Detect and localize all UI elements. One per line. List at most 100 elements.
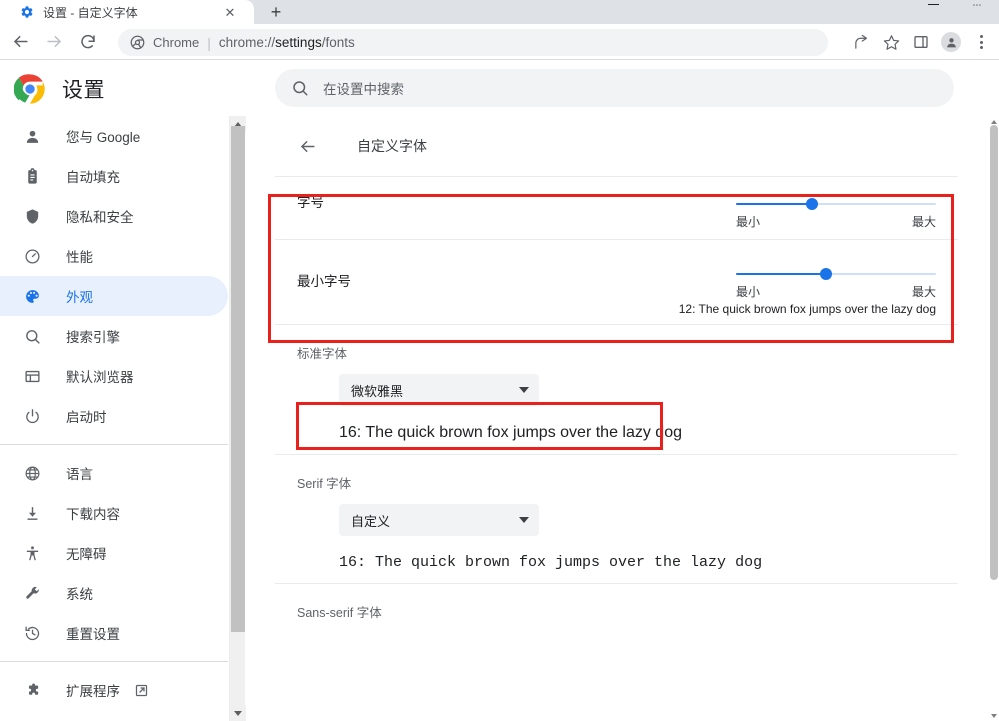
slider-min-label: 最小 bbox=[736, 283, 760, 300]
url-host: settings bbox=[275, 35, 322, 50]
page-scrollbar[interactable] bbox=[988, 116, 999, 721]
palette-icon bbox=[22, 286, 42, 306]
serif-font-preview: 16: The quick brown fox jumps over the l… bbox=[339, 554, 936, 571]
sidebar-item-autofill[interactable]: 自动填充 bbox=[0, 156, 228, 196]
sidebar-item-label: 重置设置 bbox=[66, 623, 120, 643]
fonts-settings-card: 自定义字体 字号 最小 最大 最小字号 bbox=[275, 116, 958, 645]
browser-tab[interactable]: 设置 - 自定义字体 ✕ bbox=[0, 0, 254, 24]
wrench-icon bbox=[22, 583, 42, 603]
minimum-font-size-slider[interactable]: 最小 最大 bbox=[736, 261, 936, 300]
serif-font-title: Serif 字体 bbox=[297, 473, 936, 492]
sidebar-item-on-startup[interactable]: 启动时 bbox=[0, 396, 228, 436]
sidebar-item-label: 无障碍 bbox=[66, 543, 107, 563]
speedometer-icon bbox=[22, 246, 42, 266]
font-size-label: 字号 bbox=[297, 191, 736, 211]
sidebar-item-label: 默认浏览器 bbox=[66, 366, 134, 386]
sidebar-item-label: 语言 bbox=[66, 463, 93, 483]
page-scrollbar-thumb[interactable] bbox=[990, 125, 998, 580]
sidebar-item-label: 启动时 bbox=[66, 406, 107, 426]
sans-serif-font-title: Sans-serif 字体 bbox=[297, 602, 936, 621]
search-input[interactable]: 在设置中搜索 bbox=[275, 69, 954, 107]
slider-track[interactable] bbox=[736, 203, 936, 205]
minimum-font-size-preview: 12: The quick brown fox jumps over the l… bbox=[275, 302, 958, 324]
new-tab-button[interactable]: + bbox=[265, 2, 287, 22]
chrome-logo bbox=[14, 73, 46, 105]
sidebar-item-search-engine[interactable]: 搜索引擎 bbox=[0, 316, 228, 356]
back-arrow-icon[interactable] bbox=[6, 28, 34, 56]
tab-strip: 设置 - 自定义字体 ✕ + ⋯ bbox=[0, 0, 999, 24]
sidebar-item-extensions[interactable]: 扩展程序 bbox=[0, 670, 228, 710]
sidebar-item-languages[interactable]: 语言 bbox=[0, 453, 228, 493]
sidebar-item-label: 系统 bbox=[66, 583, 93, 603]
sidebar-item-default-browser[interactable]: 默认浏览器 bbox=[0, 356, 228, 396]
font-size-row: 字号 最小 最大 bbox=[275, 177, 958, 239]
sidebar-item-system[interactable]: 系统 bbox=[0, 573, 228, 613]
scrollbar-thumb[interactable] bbox=[231, 126, 245, 632]
serif-font-value: 自定义 bbox=[351, 511, 390, 530]
url-scheme: chrome:// bbox=[219, 35, 275, 50]
person-icon bbox=[22, 126, 42, 146]
clipboard-icon bbox=[22, 166, 42, 186]
globe-icon bbox=[22, 463, 42, 483]
sidebar-item-appearance[interactable]: 外观 bbox=[0, 276, 228, 316]
address-bar[interactable]: Chrome | chrome://settings/fonts bbox=[118, 29, 828, 56]
minimum-font-size-label: 最小字号 bbox=[297, 270, 736, 290]
page-header: 自定义字体 bbox=[275, 116, 958, 176]
slider-fill bbox=[736, 273, 826, 275]
minimize-button[interactable] bbox=[911, 0, 955, 10]
browser-window-icon bbox=[22, 366, 42, 386]
settings-main-content: 自定义字体 字号 最小 最大 最小字号 bbox=[246, 116, 988, 721]
omnibox-chrome-label: Chrome bbox=[153, 35, 199, 50]
chevron-down-icon bbox=[519, 387, 529, 393]
slider-max-label: 最大 bbox=[912, 213, 936, 230]
slider-min-label: 最小 bbox=[736, 213, 760, 230]
close-icon[interactable]: ✕ bbox=[222, 4, 238, 20]
sidebar-item-label: 自动填充 bbox=[66, 166, 120, 186]
three-dot-menu[interactable] bbox=[967, 28, 995, 56]
slider-scale-labels: 最小 最大 bbox=[736, 213, 936, 230]
sidebar-item-accessibility[interactable]: 无障碍 bbox=[0, 533, 228, 573]
back-arrow-icon[interactable] bbox=[297, 136, 317, 156]
tab-title: 设置 - 自定义字体 bbox=[43, 4, 138, 21]
toolbar-actions bbox=[847, 28, 995, 56]
sidebar-item-label: 搜索引擎 bbox=[66, 326, 120, 346]
sidebar-scrollbar[interactable] bbox=[229, 116, 245, 721]
share-icon[interactable] bbox=[847, 28, 875, 56]
page-title: 设置 bbox=[62, 74, 105, 104]
slider-scale-labels: 最小 最大 bbox=[736, 283, 936, 300]
font-size-slider[interactable]: 最小 最大 bbox=[736, 191, 936, 230]
standard-font-preview: 16: The quick brown fox jumps over the l… bbox=[339, 424, 936, 442]
omnibox-url: chrome://settings/fonts bbox=[219, 35, 355, 50]
standard-font-dropdown[interactable]: 微软雅黑 bbox=[339, 374, 539, 406]
slider-max-label: 最大 bbox=[912, 283, 936, 300]
sidebar-divider bbox=[0, 661, 228, 662]
history-restore-icon bbox=[22, 623, 42, 643]
search-icon bbox=[22, 326, 42, 346]
sidebar-item-privacy-security[interactable]: 隐私和安全 bbox=[0, 196, 228, 236]
sidebar-item-label: 性能 bbox=[66, 246, 93, 266]
shield-icon bbox=[22, 206, 42, 226]
side-panel-icon[interactable] bbox=[907, 28, 935, 56]
serif-font-dropdown[interactable]: 自定义 bbox=[339, 504, 539, 536]
scroll-down-arrow[interactable] bbox=[230, 705, 246, 721]
page-scroll-down-arrow[interactable] bbox=[988, 710, 999, 721]
window-more-button[interactable]: ⋯ bbox=[955, 0, 999, 10]
slider-thumb[interactable] bbox=[806, 198, 818, 210]
sidebar-item-performance[interactable]: 性能 bbox=[0, 236, 228, 276]
url-path: /fonts bbox=[322, 35, 355, 50]
chevron-down-icon bbox=[519, 517, 529, 523]
profile-avatar[interactable] bbox=[937, 28, 965, 56]
settings-gear-icon bbox=[20, 5, 34, 19]
standard-font-value: 微软雅黑 bbox=[351, 381, 403, 400]
slider-thumb[interactable] bbox=[820, 268, 832, 280]
accessibility-icon bbox=[22, 543, 42, 563]
bookmark-star-icon[interactable] bbox=[877, 28, 905, 56]
sidebar-item-downloads[interactable]: 下载内容 bbox=[0, 493, 228, 533]
slider-track[interactable] bbox=[736, 273, 936, 275]
forward-arrow-icon[interactable] bbox=[40, 28, 68, 56]
reload-icon[interactable] bbox=[74, 28, 102, 56]
search-icon bbox=[291, 79, 309, 97]
sidebar-item-you-and-google[interactable]: 您与 Google bbox=[0, 116, 228, 156]
window-controls: ⋯ bbox=[869, 0, 999, 10]
sidebar-item-reset-settings[interactable]: 重置设置 bbox=[0, 613, 228, 653]
